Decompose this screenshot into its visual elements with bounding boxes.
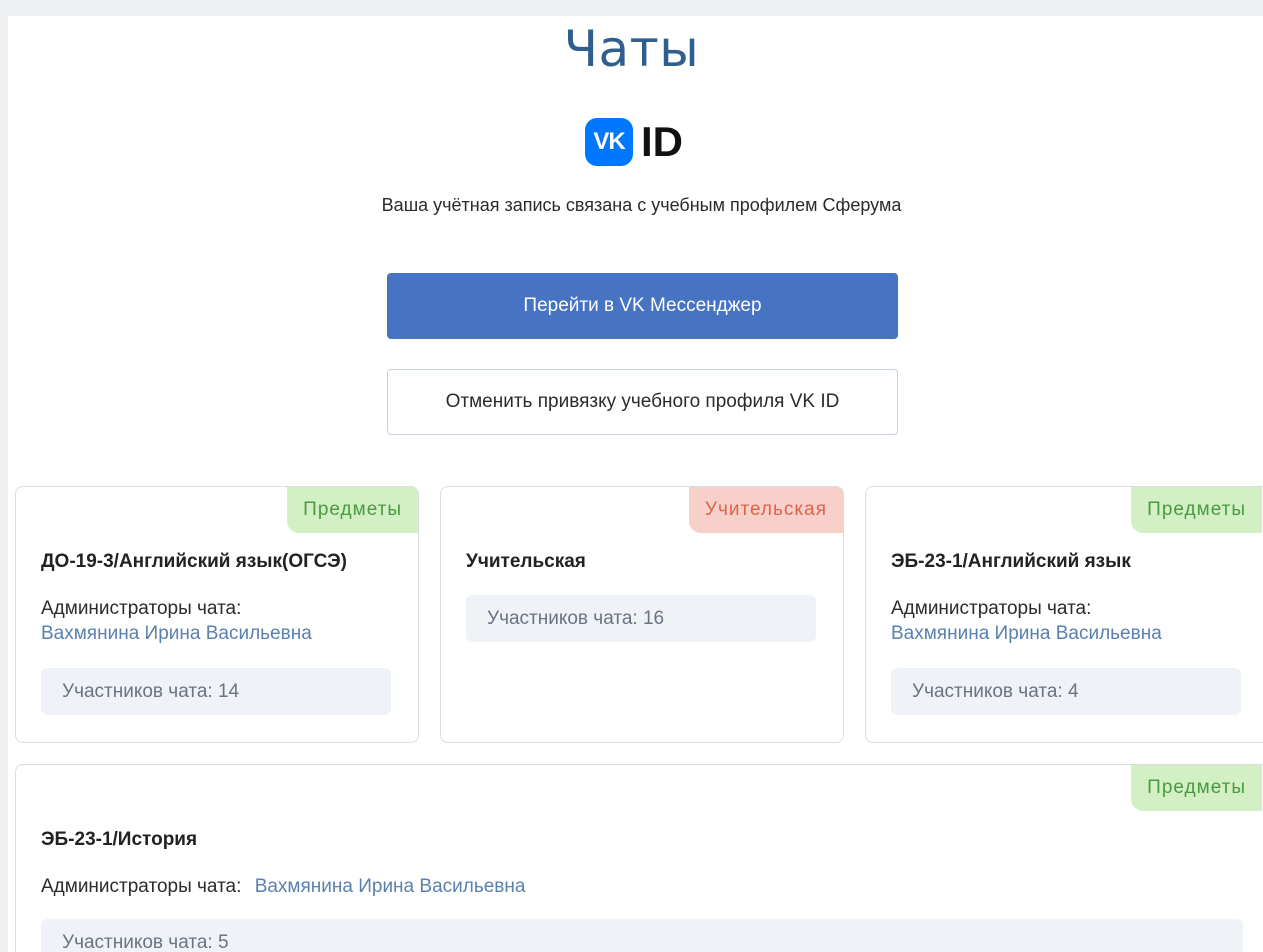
chat-name: ДО-19-3/Английский язык(ОГСЭ) — [41, 551, 347, 572]
vk-id-text: ID — [641, 118, 683, 165]
chat-name: ЭБ-23-1/История — [41, 829, 198, 850]
admin-row: Администраторы чата: Вахмянина Ирина Вас… — [41, 876, 525, 898]
members-count: Участников чата: 5 — [41, 919, 1243, 952]
vk-logo-icon: VK — [585, 118, 633, 166]
chat-tag: Учительская — [688, 487, 843, 533]
admin-label: Администраторы чата: — [41, 876, 242, 897]
members-count: Участников чата: 14 — [41, 668, 391, 715]
admin-label: Администраторы чата: — [41, 598, 242, 619]
open-vk-messenger-button[interactable]: Перейти в VK Мессенджер — [387, 273, 898, 339]
admin-name[interactable]: Вахмянина Ирина Васильевна — [41, 623, 312, 645]
vk-id-logo: VK ID — [585, 117, 683, 167]
members-count: Участников чата: 16 — [466, 595, 816, 642]
chat-card[interactable]: Предметы ДО-19-3/Английский язык(ОГСЭ) А… — [15, 486, 419, 743]
chat-tag: Предметы — [287, 487, 418, 533]
page-title: Чаты — [563, 20, 700, 78]
chat-name: ЭБ-23-1/Английский язык — [891, 551, 1131, 572]
chat-tag: Предметы — [1131, 765, 1262, 811]
admin-label: Администраторы чата: — [891, 598, 1092, 619]
chat-card[interactable]: Учительская Учительская Участников чата:… — [440, 486, 844, 743]
unlink-profile-button[interactable]: Отменить привязку учебного профиля VK ID — [387, 369, 898, 435]
chat-tag: Предметы — [1131, 487, 1262, 533]
members-count: Участников чата: 4 — [891, 668, 1241, 715]
admin-name[interactable]: Вахмянина Ирина Васильевна — [255, 876, 526, 897]
chat-name: Учительская — [466, 551, 586, 572]
chat-card[interactable]: Предметы ЭБ-23-1/Английский язык Админис… — [865, 486, 1263, 743]
chat-card[interactable]: Предметы ЭБ-23-1/История Администраторы … — [15, 764, 1263, 952]
admin-name[interactable]: Вахмянина Ирина Васильевна — [891, 623, 1162, 645]
account-linked-text: Ваша учётная запись связана с учебным пр… — [381, 195, 902, 215]
